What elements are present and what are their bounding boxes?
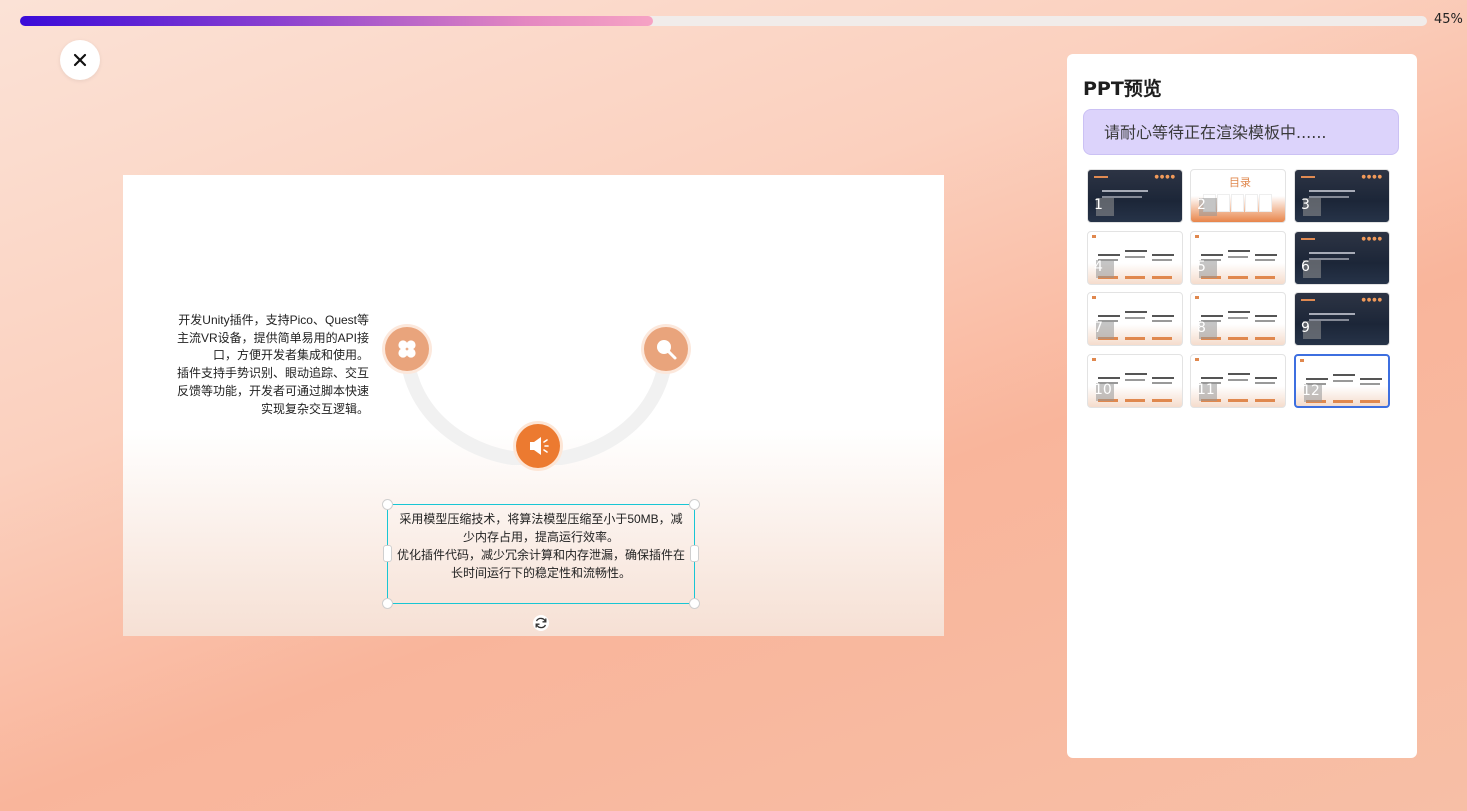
progress-bar-fill <box>20 16 654 26</box>
progress-percent: 45% <box>1434 12 1463 27</box>
rotate-icon <box>535 617 547 629</box>
resize-handle-bottom-left[interactable] <box>382 598 393 609</box>
slide-thumbnail-10[interactable]: 10 <box>1087 354 1183 408</box>
slide-thumbnail-6[interactable]: ●●●● 6 <box>1294 231 1390 285</box>
thumbnail-number: 5 <box>1197 259 1206 275</box>
slide-left-textbox[interactable]: 开发Unity插件，支持Pico、Quest等 主流VR设备，提供简单易用的AP… <box>163 312 369 418</box>
slide-thumbnail-5[interactable]: 5 <box>1190 231 1286 285</box>
slide-thumbnail-12[interactable]: 12 <box>1294 354 1390 408</box>
render-notice: 请耐心等待正在渲染模板中...... <box>1083 109 1399 155</box>
thumbnail-number: 3 <box>1301 197 1310 213</box>
thumbnail-number: 4 <box>1094 259 1103 275</box>
rotate-handle[interactable] <box>533 615 549 631</box>
slide-thumbnail-9[interactable]: ●●●● 9 <box>1294 292 1390 346</box>
slide-canvas[interactable]: 开发Unity插件，支持Pico、Quest等 主流VR设备，提供简单易用的AP… <box>123 175 944 636</box>
panel-title: PPT预览 <box>1083 78 1162 100</box>
thumbnail-number: 6 <box>1301 259 1310 275</box>
thumbnail-number: 2 <box>1197 197 1206 213</box>
progress-bar <box>20 16 1427 26</box>
slide-thumbnail-1[interactable]: ●●●● 1 <box>1087 169 1183 223</box>
toc-thumbnail-title: 目录 <box>1229 176 1251 189</box>
slide-thumbnail-2[interactable]: 目录 2 <box>1190 169 1286 223</box>
resize-handle-right[interactable] <box>690 545 699 562</box>
slide-thumbnail-7[interactable]: 7 <box>1087 292 1183 346</box>
slide-thumbnail-3[interactable]: ●●●● 3 <box>1294 169 1390 223</box>
slide-thumbnail-8[interactable]: 8 <box>1190 292 1286 346</box>
selected-textbox[interactable]: 采用模型压缩技术，将算法模型压缩至小于50MB，减 少内存占用，提高运行效率。 … <box>382 499 700 609</box>
thumbnail-number: 8 <box>1197 320 1206 336</box>
thumbnail-number: 7 <box>1094 320 1103 336</box>
thumbnail-number: 10 <box>1094 382 1112 398</box>
close-icon <box>73 53 87 67</box>
resize-handle-top-right[interactable] <box>689 499 700 510</box>
thumbnail-number: 12 <box>1302 383 1320 399</box>
slide-thumbnail-11[interactable]: 11 <box>1190 354 1286 408</box>
resize-handle-top-left[interactable] <box>382 499 393 510</box>
thumbnail-number: 11 <box>1197 382 1215 398</box>
ppt-preview-panel: PPT预览 请耐心等待正在渲染模板中...... ●●●● 1 目录 2 ●●●● 3 4 5… <box>1067 54 1417 758</box>
search-icon <box>644 327 688 371</box>
resize-handle-left[interactable] <box>383 545 392 562</box>
selected-textbox-content[interactable]: 采用模型压缩技术，将算法模型压缩至小于50MB，减 少内存占用，提高运行效率。 … <box>394 510 688 582</box>
slide-thumbnail-4[interactable]: 4 <box>1087 231 1183 285</box>
thumbnail-number: 1 <box>1094 197 1103 213</box>
resize-handle-bottom-right[interactable] <box>689 598 700 609</box>
close-button[interactable] <box>60 40 100 80</box>
clover-icon <box>385 327 429 371</box>
megaphone-icon <box>516 424 560 468</box>
thumbnail-number: 9 <box>1301 320 1310 336</box>
